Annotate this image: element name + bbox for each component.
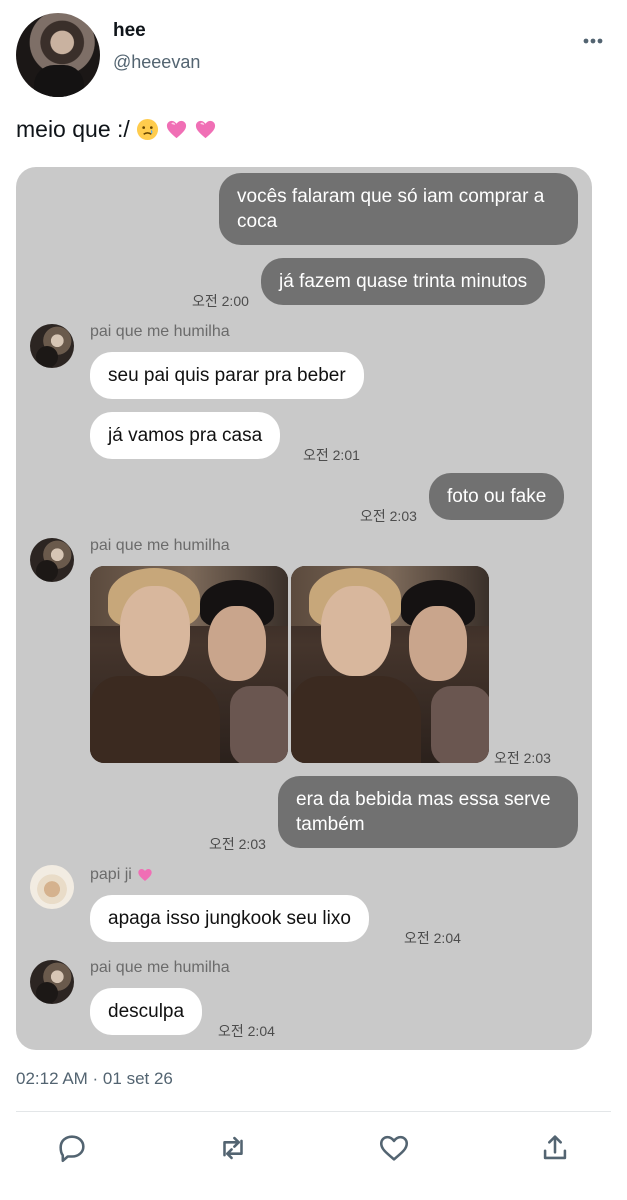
divider — [16, 1111, 611, 1112]
message-time: 오전 2:03 — [360, 508, 417, 524]
tweet-text: meio que :/ — [16, 116, 130, 142]
reply-icon[interactable] — [55, 1131, 89, 1165]
message-time: 오전 2:03 — [209, 836, 266, 852]
contact-avatar — [30, 324, 74, 368]
more-options-icon[interactable] — [580, 28, 606, 54]
incoming-message: desculpa — [90, 988, 203, 1035]
sender-name: papi ji — [90, 866, 153, 884]
chat-screenshot-image[interactable]: vocês falaram que só iam comprar a coca … — [16, 167, 592, 1050]
chat-photo[interactable] — [291, 566, 489, 763]
contact-avatar — [30, 538, 74, 582]
message-text: vocês falaram que só iam comprar a coca — [237, 186, 545, 232]
pink-heart-icon — [138, 869, 152, 881]
chat-photo[interactable] — [90, 566, 288, 763]
message-time: 오전 2:03 — [494, 750, 551, 766]
message-text: foto ou fake — [447, 486, 547, 507]
contact-avatar — [30, 960, 74, 1004]
message-text: já fazem quase trinta minutos — [279, 271, 528, 292]
crying-face-icon — [136, 118, 158, 141]
message-text: era da bebida mas essa serve também — [296, 789, 551, 835]
outgoing-message: era da bebida mas essa serve também — [278, 776, 578, 848]
incoming-message: já vamos pra casa — [90, 412, 281, 459]
message-time: 오전 2:00 — [192, 293, 249, 309]
tweet-timestamp[interactable]: 02:12 AM · 01 set 26 — [16, 1069, 173, 1089]
tweet-body: meio que :/ — [16, 116, 217, 143]
author-handle[interactable]: @heeevan — [113, 52, 200, 73]
message-text: seu pai quis parar pra beber — [108, 365, 346, 386]
message-time: 오전 2:04 — [218, 1023, 275, 1039]
message-time: 오전 2:01 — [303, 447, 360, 463]
contact-avatar — [30, 865, 74, 909]
sender-name: pai que me humilha — [90, 959, 230, 976]
outgoing-message: vocês falaram que só iam comprar a coca — [219, 173, 578, 245]
sender-name: pai que me humilha — [90, 323, 230, 340]
like-icon[interactable] — [377, 1131, 411, 1165]
incoming-message: apaga isso jungkook seu lixo — [90, 895, 369, 942]
outgoing-message: foto ou fake — [429, 473, 565, 520]
share-icon[interactable] — [538, 1131, 572, 1165]
message-time: 오전 2:04 — [404, 930, 461, 946]
pink-heart-icon — [195, 120, 215, 139]
message-text: apaga isso jungkook seu lixo — [108, 908, 351, 929]
author-avatar[interactable] — [16, 13, 100, 97]
retweet-icon[interactable] — [216, 1131, 250, 1165]
outgoing-message: já fazem quase trinta minutos — [261, 258, 546, 305]
sender-name-text: papi ji — [90, 866, 132, 883]
incoming-message: seu pai quis parar pra beber — [90, 352, 364, 399]
author-display-name[interactable]: hee — [113, 20, 146, 42]
tweet-header: hee @heeevan — [0, 0, 627, 110]
message-text: já vamos pra casa — [108, 425, 263, 446]
message-text: desculpa — [108, 1001, 185, 1022]
pink-heart-icon — [166, 120, 186, 139]
sender-name: pai que me humilha — [90, 537, 230, 554]
